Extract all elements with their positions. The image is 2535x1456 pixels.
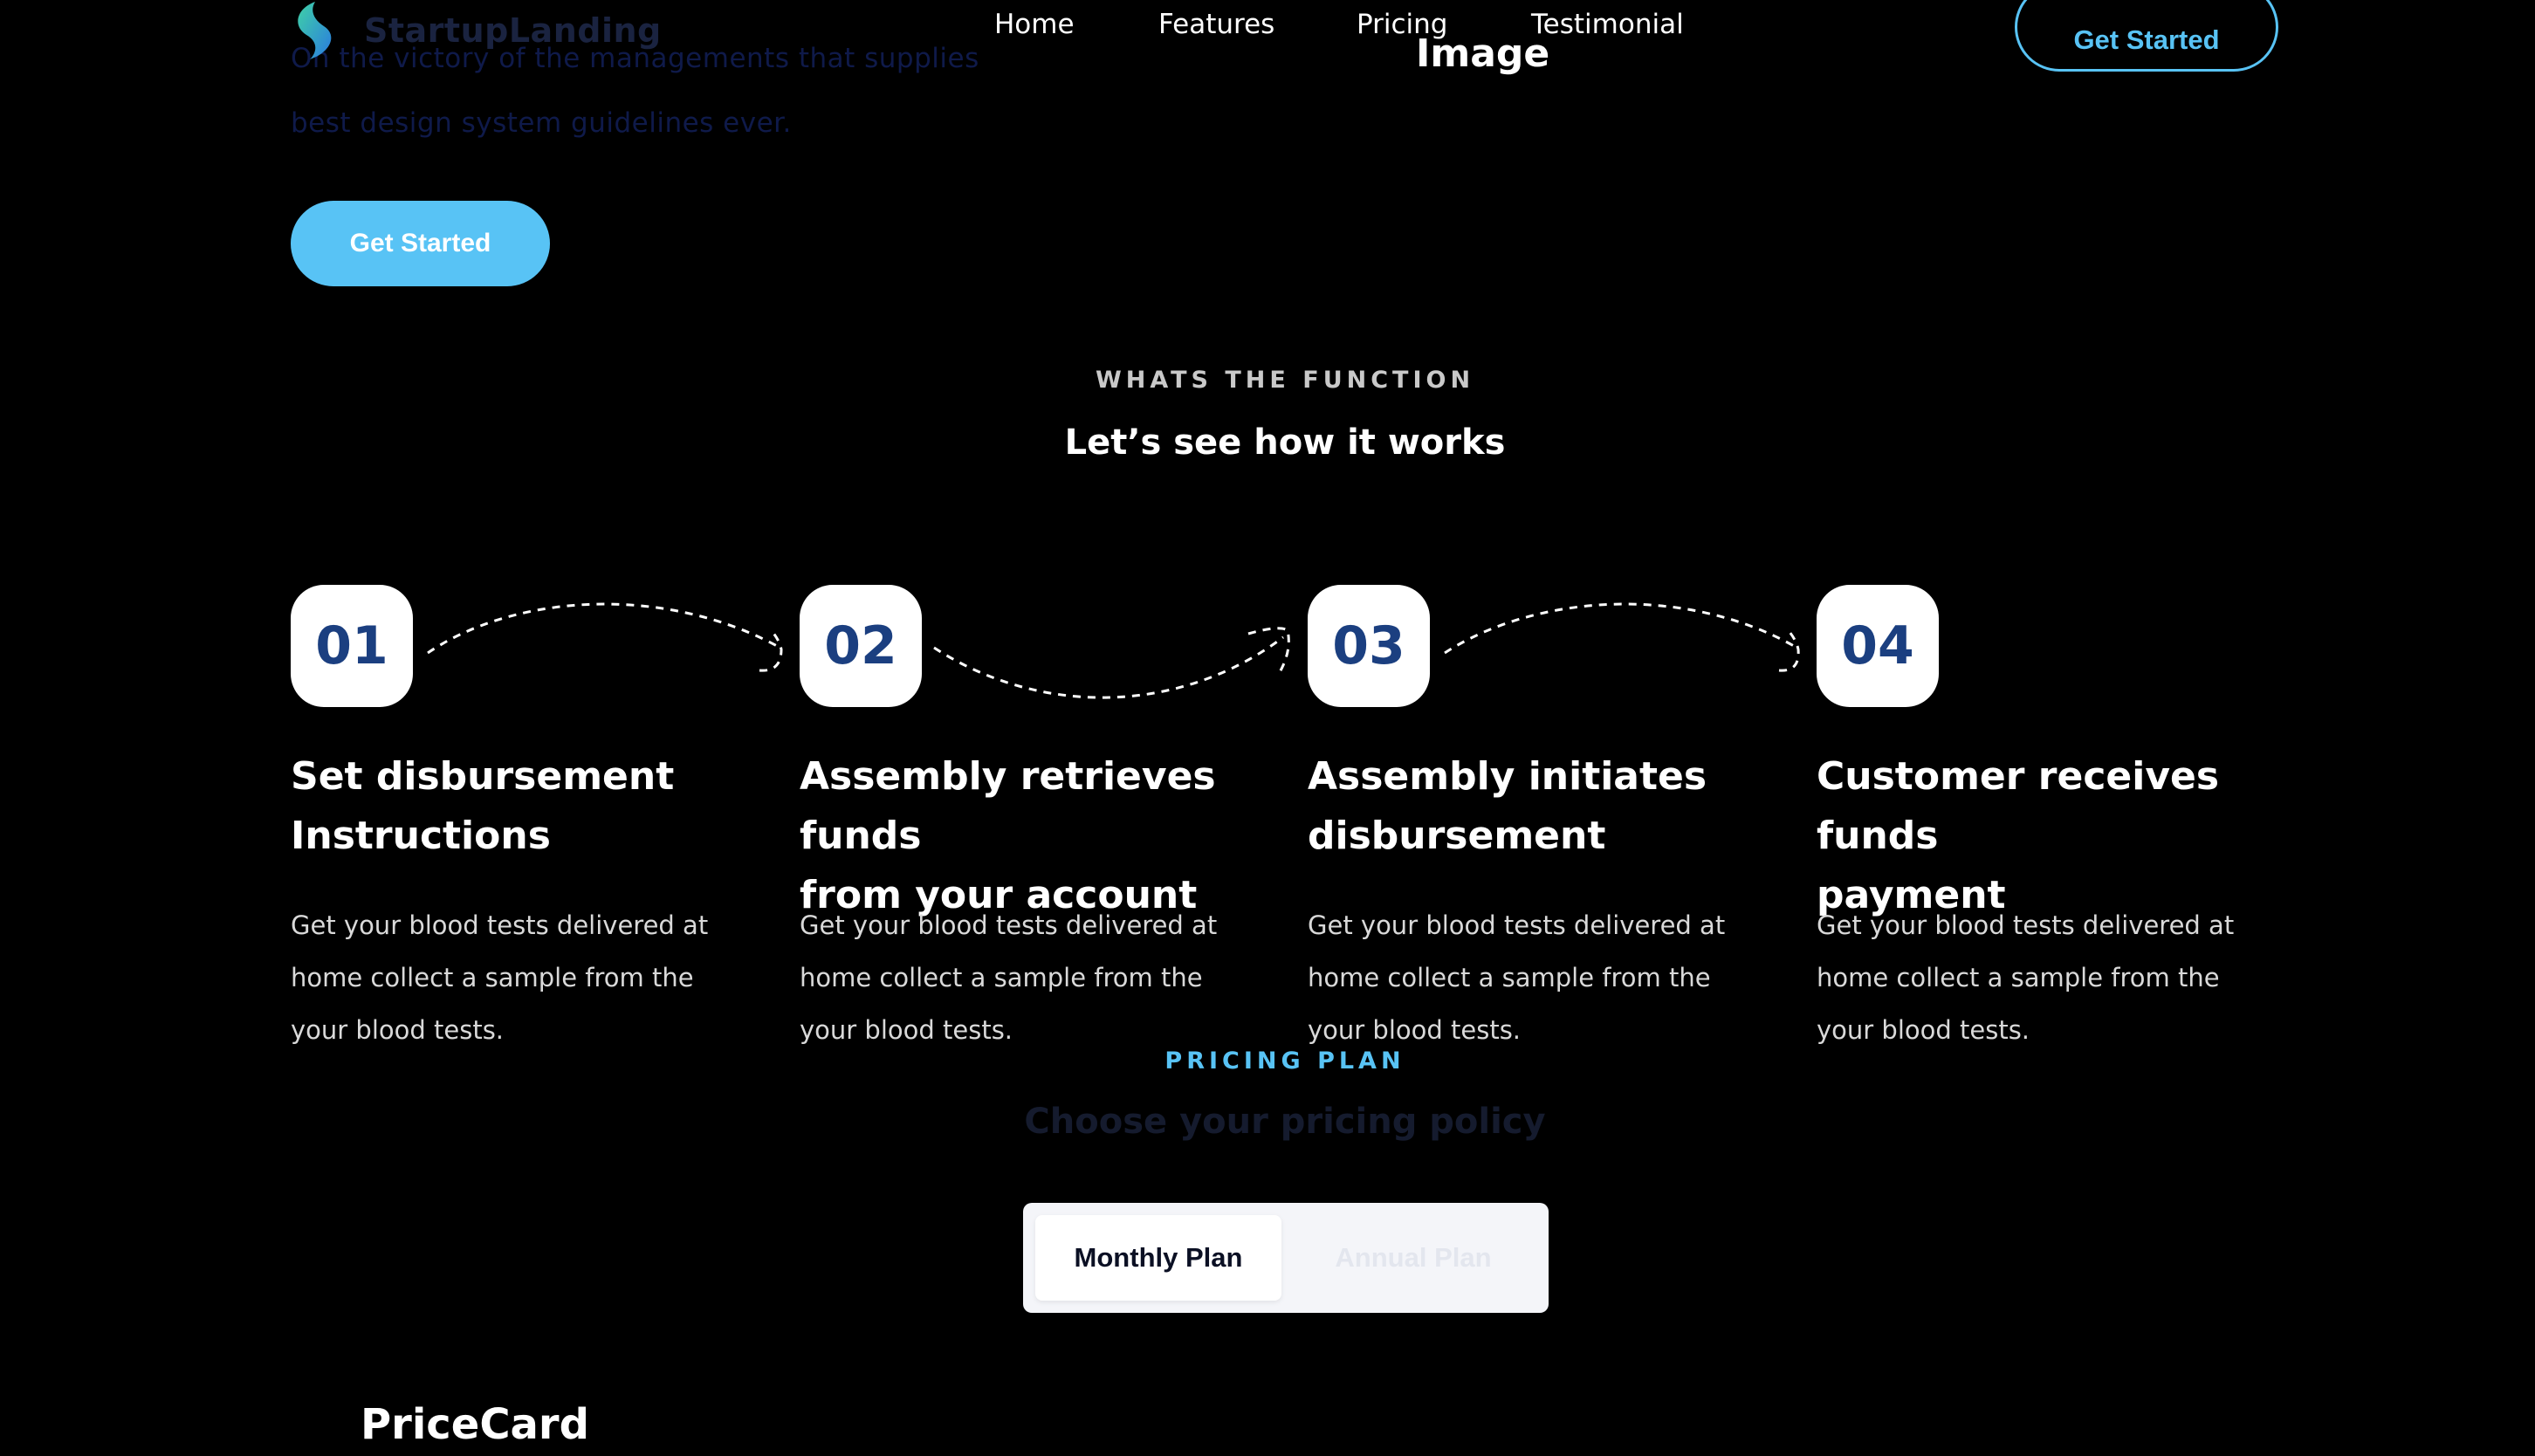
step-title-line: Assembly retrieves funds — [800, 754, 1216, 858]
step-title-line: Instructions — [291, 814, 551, 858]
price-card-placeholder-label: PriceCard — [361, 1400, 589, 1449]
step-description-line: home collect a sample from the — [1308, 963, 1711, 992]
section-title: Let’s see how it works — [1064, 422, 1506, 463]
step-description: Get your blood tests delivered at home c… — [800, 899, 1219, 1056]
step-description: Get your blood tests delivered at home c… — [291, 899, 710, 1056]
step-number-badge: 02 — [800, 585, 922, 707]
step-number-badge: 04 — [1817, 585, 1939, 707]
step-description: Get your blood tests delivered at home c… — [1817, 899, 2236, 1056]
step-title: Set disbursement Instructions — [291, 747, 762, 866]
step-description-line: Get your blood tests delivered at — [291, 910, 709, 940]
pricing-title: Choose your pricing policy — [1024, 1102, 1546, 1142]
step-description-line: home collect a sample from the — [800, 963, 1203, 992]
arrowhead-2 — [1247, 627, 1290, 673]
annual-plan-tab[interactable]: Annual Plan — [1290, 1215, 1536, 1301]
nav-link-testimonial[interactable]: Testimonial — [1531, 9, 1684, 40]
step-number-badge: 01 — [291, 585, 413, 707]
logo-icon — [298, 2, 332, 59]
arrowhead-1 — [759, 631, 783, 672]
pricing-plan-toggle: Monthly Plan Annual Plan — [1023, 1203, 1549, 1313]
arrowhead-3 — [1778, 631, 1800, 672]
step-title-line: Set disbursement — [291, 754, 675, 799]
connector-3-4 — [1444, 602, 1795, 655]
connector-1-2 — [427, 602, 778, 655]
section-eyebrow: WHATS THE FUNCTION — [1095, 367, 1475, 394]
step-title-line: disbursement — [1308, 814, 1606, 858]
nav-link-features[interactable]: Features — [1158, 9, 1274, 40]
nav-link-home[interactable]: Home — [994, 9, 1075, 40]
hero-get-started-button[interactable]: Get Started — [291, 201, 550, 286]
nav-get-started-button[interactable]: Get Started — [2015, 0, 2278, 72]
step-title: Assembly initiates disbursement — [1308, 747, 1779, 866]
step-description-line: home collect a sample from the — [291, 963, 694, 992]
step-description-line: Get your blood tests delivered at — [1308, 910, 1726, 940]
brand-logo[interactable]: StartupLanding — [291, 0, 662, 61]
hero-description-line-2: best design system guidelines ever. — [291, 107, 792, 139]
step-description-line: home collect a sample from the — [1817, 963, 2220, 992]
step-description: Get your blood tests delivered at home c… — [1308, 899, 1727, 1056]
step-description-line: Get your blood tests delivered at — [1817, 910, 2235, 940]
step-description-line: Get your blood tests delivered at — [800, 910, 1218, 940]
step-title-line: Customer receives funds — [1817, 754, 2220, 858]
connector-2-3 — [933, 635, 1284, 699]
monthly-plan-tab[interactable]: Monthly Plan — [1035, 1215, 1281, 1301]
brand-name: StartupLanding — [364, 11, 662, 50]
step-title-line: Assembly initiates — [1308, 754, 1707, 799]
step-number-badge: 03 — [1308, 585, 1430, 707]
pricing-eyebrow: PRICING PLAN — [1164, 1047, 1405, 1075]
image-placeholder-label: Image — [1416, 31, 1550, 76]
